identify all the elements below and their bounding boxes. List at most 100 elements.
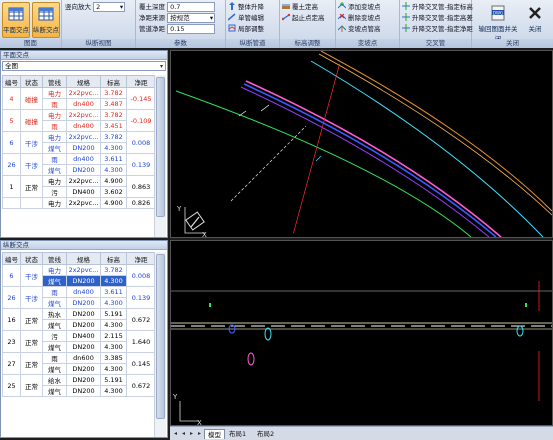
row-pipe-spec: 2x2pvc...	[66, 264, 101, 276]
table-row[interactable]: 1 正常 电力 2x2pvc... 4.900 0.863	[2, 175, 155, 198]
row-pipe-spec: dn400	[66, 98, 101, 110]
cross-lift-clear-button[interactable]: 升降交叉管-指定净距	[402, 24, 473, 35]
table-row[interactable]: 5 碰撞 电力 2x2pvc... 3.782 -0.109	[2, 109, 155, 132]
plan-viewport[interactable]: Y X	[170, 50, 553, 239]
profile-scroll-thumb[interactable]	[156, 254, 165, 419]
row-id: 26	[2, 153, 21, 176]
group-title-vertex: 变坡点	[336, 39, 399, 48]
column-header[interactable]: 管线	[42, 252, 67, 265]
prev-tab-button[interactable]: ◂	[180, 430, 187, 437]
cover-depth-label: 覆土深度	[139, 3, 165, 11]
grid-table-icon	[38, 7, 54, 21]
plan-drawing: Y X	[175, 50, 553, 239]
cover-depth-row: 覆土深度 0.7	[139, 2, 216, 13]
vscale-select[interactable]: 2 ▾	[93, 2, 126, 12]
row-gap: 0.008	[126, 131, 155, 154]
pipe-lift-button[interactable]: 整体升降	[228, 2, 264, 13]
row-id: 4	[2, 87, 21, 110]
row-pipe-spec: 2x2pvc...	[66, 131, 101, 143]
row-pipe-spec: dn400	[66, 286, 101, 298]
last-tab-button[interactable]: ▸	[196, 430, 203, 437]
row-pipe-spec: dn400	[66, 120, 101, 132]
profile-table-scrollbar[interactable]	[154, 252, 166, 437]
clear-source-select[interactable]: 按规范 ▾	[167, 13, 216, 23]
tab-model[interactable]: 模型	[204, 429, 225, 439]
tab-layout1[interactable]: 布局1	[226, 429, 249, 439]
pipe-single-button[interactable]: 单管编辑	[228, 13, 264, 24]
column-header[interactable]: 标高	[100, 75, 127, 88]
ribbon-group-view: 平面交点 纵断交点 图面	[0, 0, 62, 48]
export-close-button[interactable]: DWG 输回图面并关闭	[476, 2, 520, 43]
row-pipe-elev: 3.782	[100, 131, 127, 143]
table-row[interactable]: 16 正常 热水 DN200 5.191 0.672	[2, 308, 155, 331]
column-header[interactable]: 状态	[20, 75, 43, 88]
table-row[interactable]: 23 正常污 DN400 2.115 1.640	[2, 330, 155, 353]
column-header[interactable]: 规格	[66, 252, 101, 265]
row-id: 5	[2, 109, 21, 132]
plan-scroll-thumb[interactable]	[156, 77, 165, 217]
start-end-icon	[282, 13, 290, 21]
row-pipe-elev: 2.115	[100, 330, 127, 342]
add-vertex-button[interactable]: 添加变坡点	[338, 2, 381, 13]
ribbon-group-profile-view: 竖向放大 2 ▾ 纵断视图	[62, 0, 136, 48]
start-end-elev-button[interactable]: 起止点定高	[282, 13, 325, 24]
plan-cross-label: 平面交点	[3, 26, 29, 34]
cover-depth-input[interactable]: 0.7	[167, 2, 216, 12]
table-row[interactable]: 6 干涉 电力 2x2pvc... 3.782 0.008	[2, 264, 155, 287]
column-header[interactable]: 编号	[2, 75, 21, 88]
row-gap: 0.672	[126, 374, 155, 397]
row-pipe-elev: 4.300	[100, 319, 127, 331]
row-gap: 0.863	[126, 175, 155, 198]
column-header[interactable]: 编号	[2, 252, 21, 265]
table-row[interactable]: 25 正常 给水 DN200 5.191 0.672	[2, 374, 155, 397]
close-button[interactable]: 关闭	[522, 2, 548, 38]
plan-table-scrollbar[interactable]	[154, 75, 166, 237]
row-pipe-spec: DN200	[66, 164, 101, 176]
row-status: 干涉	[20, 286, 43, 309]
cross-clear-icon	[402, 24, 410, 32]
row-pipe-spec: DN200	[66, 297, 101, 309]
cross-lift-diff-button[interactable]: 升降交叉管-指定高差	[402, 13, 473, 24]
row-status: 干涉	[20, 131, 43, 154]
row-gap: 0.145	[126, 352, 155, 375]
profile-cross-button[interactable]: 纵断交点	[32, 2, 60, 38]
cross-lift-elev-button[interactable]: 升降交叉管-指定标高	[402, 2, 473, 13]
svg-text:DWG: DWG	[493, 10, 503, 15]
row-id	[2, 197, 21, 209]
vscale-label: 竖向放大	[65, 3, 91, 11]
row-pipe-spec: DN200	[66, 142, 101, 154]
cross-lift-icon	[402, 2, 410, 10]
vertex-elev-button[interactable]: 变坡点管高	[338, 24, 381, 35]
table-row[interactable]: 4 碰撞 电力 2x2pvc... 3.782 -0.145	[2, 87, 155, 110]
pipe-local-button[interactable]: 局部调整	[228, 24, 264, 35]
row-gap: 1.640	[126, 330, 155, 353]
min-clear-input[interactable]: 0.15	[167, 24, 216, 34]
row-pipe-spec: 2x2pvc...	[66, 197, 101, 209]
row-pipe-type: 电力	[42, 175, 67, 187]
column-header[interactable]: 状态	[20, 252, 43, 265]
column-header[interactable]: 标高	[100, 252, 127, 265]
plan-cross-button[interactable]: 平面交点	[2, 2, 30, 38]
first-tab-button[interactable]: ◂	[172, 430, 179, 437]
edit-line-icon	[228, 13, 236, 21]
close-label: 关闭	[528, 25, 542, 33]
table-row[interactable]: 27 正常雨 dn600 3.385 0.145	[2, 352, 155, 375]
tab-layout2[interactable]: 布局2	[254, 429, 277, 439]
column-header[interactable]: 净距	[126, 252, 155, 265]
table-row[interactable]: 26 干涉雨 dn400 3.611 0.139	[2, 153, 155, 176]
cover-elev-button[interactable]: 覆土定高	[282, 2, 318, 13]
column-header[interactable]: 管线	[42, 75, 67, 88]
plan-filter-select[interactable]: 全图	[2, 61, 166, 71]
column-header[interactable]: 规格	[66, 75, 101, 88]
next-tab-button[interactable]: ▸	[188, 430, 195, 437]
table-row[interactable]: 电力 2x2pvc... 4.900 0.826	[2, 197, 155, 209]
y-axis-label: Y	[176, 205, 182, 213]
column-header[interactable]: 净距	[126, 75, 155, 88]
profile-viewport[interactable]: Y X	[170, 240, 553, 427]
row-id: 16	[2, 308, 21, 331]
row-pipe-type: 电力	[42, 264, 67, 276]
table-row[interactable]: 6 干涉 电力 2x2pvc... 3.782 0.008	[2, 131, 155, 154]
row-pipe-spec: DN200	[66, 341, 101, 353]
table-row[interactable]: 26 干涉雨 dn400 3.611 0.139	[2, 286, 155, 309]
delete-vertex-button[interactable]: 删除变坡点	[338, 13, 381, 24]
